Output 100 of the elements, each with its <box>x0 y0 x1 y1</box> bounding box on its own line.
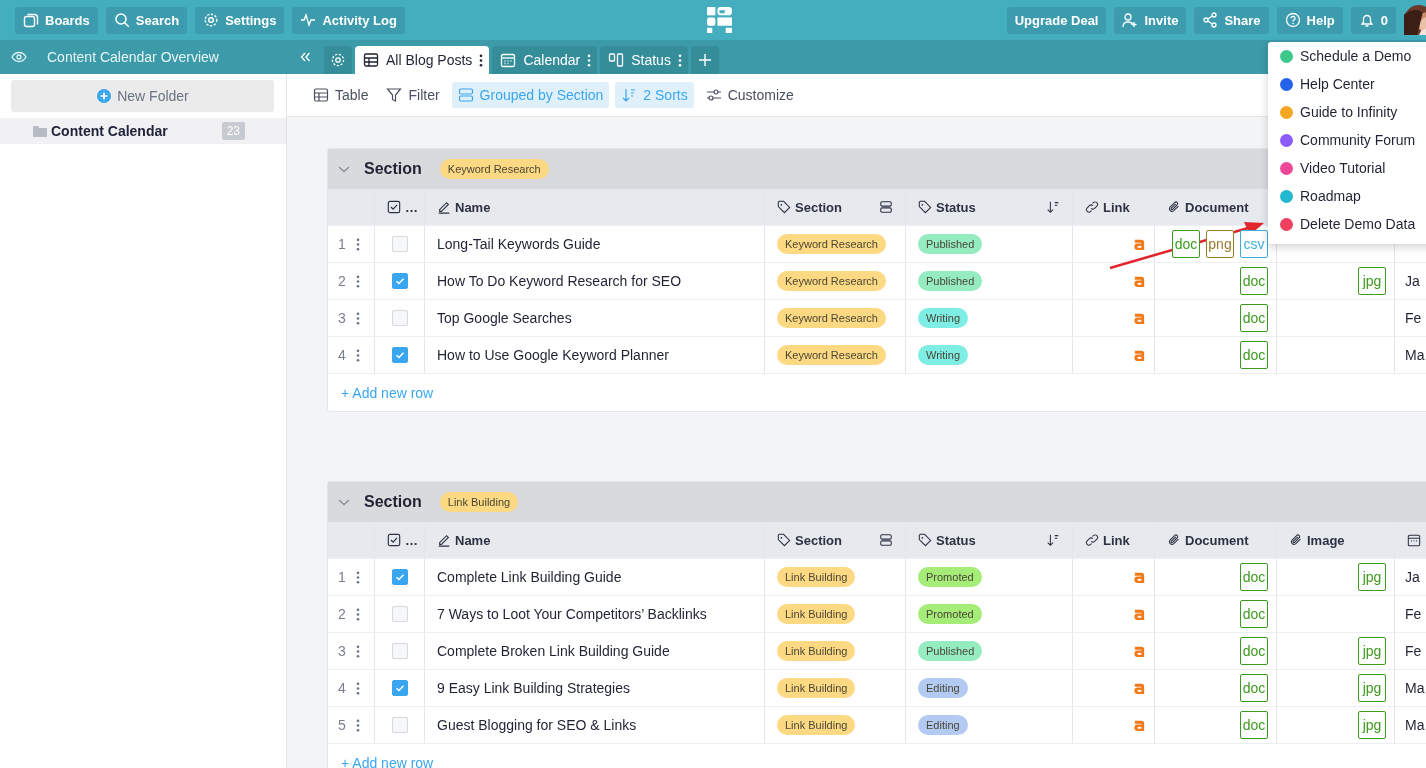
row-menu-icon[interactable] <box>355 273 360 289</box>
add-row-link[interactable]: + Add new row <box>341 754 434 768</box>
date-cell: Ma <box>1405 347 1425 363</box>
notifications-button[interactable]: 0 <box>1350 6 1396 34</box>
status-tag: Published <box>918 641 983 661</box>
row-menu-icon[interactable] <box>355 310 360 326</box>
more-icon[interactable] <box>479 52 484 68</box>
post-name: How To Do Keyword Research for SEO <box>437 273 682 289</box>
settings-icon <box>203 12 220 28</box>
topbar-button[interactable]: Help <box>1276 6 1343 34</box>
post-name: Guest Blogging for SEO & Links <box>437 717 637 733</box>
attachment-tag[interactable]: doc <box>1240 600 1268 628</box>
attachment-tag[interactable]: doc <box>1240 304 1268 332</box>
help-menu-item[interactable]: Guide to Infinity <box>1280 98 1426 126</box>
folder-count: 23 <box>221 122 245 140</box>
column-header[interactable]: Document <box>1185 532 1249 548</box>
column-header[interactable]: Section <box>795 532 842 548</box>
column-header[interactable]: Status <box>936 532 976 548</box>
topbar-button[interactable]: Share <box>1194 6 1269 34</box>
attachment-tag[interactable]: jpg <box>1358 563 1386 591</box>
view-tab[interactable]: All Blog Posts <box>355 46 490 74</box>
eye-icon[interactable] <box>11 49 27 65</box>
view-tab[interactable]: Calendar <box>492 46 598 74</box>
column-header[interactable]: … <box>405 199 418 215</box>
attachment-tag[interactable]: csv <box>1240 230 1268 258</box>
row-checkbox[interactable] <box>391 347 408 363</box>
toolbar-button[interactable]: Customize <box>699 82 800 108</box>
topbar-button[interactable]: Activity Log <box>292 6 405 34</box>
group-icon[interactable] <box>879 200 893 214</box>
toolbar-button[interactable]: Grouped by Section <box>451 82 610 108</box>
toolbar-button[interactable]: Filter <box>380 82 446 108</box>
row-menu-icon[interactable] <box>355 643 360 659</box>
help-menu-item[interactable]: Help Center <box>1280 70 1426 98</box>
row-menu-icon[interactable] <box>355 236 360 252</box>
paperclip-icon <box>1167 200 1181 214</box>
new-folder-button[interactable]: New Folder <box>11 80 274 112</box>
add-view-button[interactable] <box>690 46 719 74</box>
section-tag: Link Building <box>777 567 856 587</box>
topbar-button[interactable]: Search <box>105 6 188 34</box>
column-header[interactable]: Image <box>1307 532 1345 548</box>
column-header[interactable]: Name <box>455 532 491 548</box>
help-menu-item[interactable]: Video Tutorial <box>1280 154 1426 182</box>
row-checkbox[interactable] <box>391 680 408 696</box>
help-menu-item[interactable]: Roadmap <box>1280 182 1426 210</box>
row-menu-icon[interactable] <box>355 680 360 696</box>
section-tag: Keyword Research <box>777 234 886 254</box>
add-row-link[interactable]: + Add new row <box>341 384 434 401</box>
status-tag: Promoted <box>918 567 982 587</box>
topbar-button[interactable]: Upgrade Deal <box>1006 6 1107 34</box>
sort-icon[interactable] <box>1046 533 1060 547</box>
column-header[interactable]: Status <box>936 199 976 215</box>
column-header[interactable]: Name <box>455 199 491 215</box>
help-menu-item[interactable]: Community Forum <box>1280 126 1426 154</box>
view-settings-button[interactable] <box>324 46 352 74</box>
attachment-tag[interactable]: doc <box>1172 230 1200 258</box>
help-menu-item[interactable]: Delete Demo Data <box>1280 210 1426 238</box>
topbar-button[interactable]: Settings <box>195 6 285 34</box>
view-tab[interactable]: Status <box>600 46 688 74</box>
column-header[interactable]: Link <box>1103 532 1130 548</box>
toolbar-button[interactable]: Table <box>307 82 375 108</box>
column-header[interactable]: Document <box>1185 199 1249 215</box>
row-menu-icon[interactable] <box>355 606 360 622</box>
attachment-tag[interactable]: doc <box>1240 267 1268 295</box>
share-icon <box>1202 12 1219 28</box>
attachment-tag[interactable]: doc <box>1240 563 1268 591</box>
date-cell: Ja <box>1405 273 1420 289</box>
row-checkbox[interactable] <box>391 606 408 622</box>
row-checkbox[interactable] <box>391 236 408 252</box>
attachment-tag[interactable]: jpg <box>1358 711 1386 739</box>
column-header[interactable]: Section <box>795 199 842 215</box>
folder-item[interactable]: Content Calendar 23 <box>0 118 286 144</box>
attachment-tag[interactable]: doc <box>1240 341 1268 369</box>
attachment-tag[interactable]: doc <box>1240 637 1268 665</box>
tag-icon <box>918 200 932 214</box>
help-menu-item[interactable]: Schedule a Demo <box>1280 42 1426 70</box>
column-header[interactable]: … <box>405 532 418 548</box>
attachment-tag[interactable]: jpg <box>1358 637 1386 665</box>
attachment-tag[interactable]: jpg <box>1358 267 1386 295</box>
sort-icon[interactable] <box>1046 200 1060 214</box>
topbar-button[interactable]: Invite <box>1114 6 1187 34</box>
row-menu-icon[interactable] <box>355 569 360 585</box>
attachment-tag[interactable]: png <box>1206 230 1234 258</box>
group-icon[interactable] <box>879 533 893 547</box>
topbar-button[interactable]: Boards <box>15 6 98 34</box>
row-menu-icon[interactable] <box>355 347 360 363</box>
logo-icon <box>705 5 734 34</box>
row-checkbox[interactable] <box>391 310 408 326</box>
row-checkbox[interactable] <box>391 273 408 289</box>
attachment-tag[interactable]: doc <box>1240 674 1268 702</box>
row-checkbox[interactable] <box>391 717 408 733</box>
attachment-tag[interactable]: doc <box>1240 711 1268 739</box>
toolbar-button[interactable]: 2 Sorts <box>615 82 694 108</box>
attachment-tag[interactable]: jpg <box>1358 674 1386 702</box>
column-header[interactable]: Link <box>1103 199 1130 215</box>
row-checkbox[interactable] <box>391 569 408 585</box>
row-checkbox[interactable] <box>391 643 408 659</box>
group-icon <box>457 87 474 103</box>
section-tag: Link Building <box>777 678 856 698</box>
row-menu-icon[interactable] <box>355 717 360 733</box>
group-tag: Link Building <box>439 492 519 512</box>
